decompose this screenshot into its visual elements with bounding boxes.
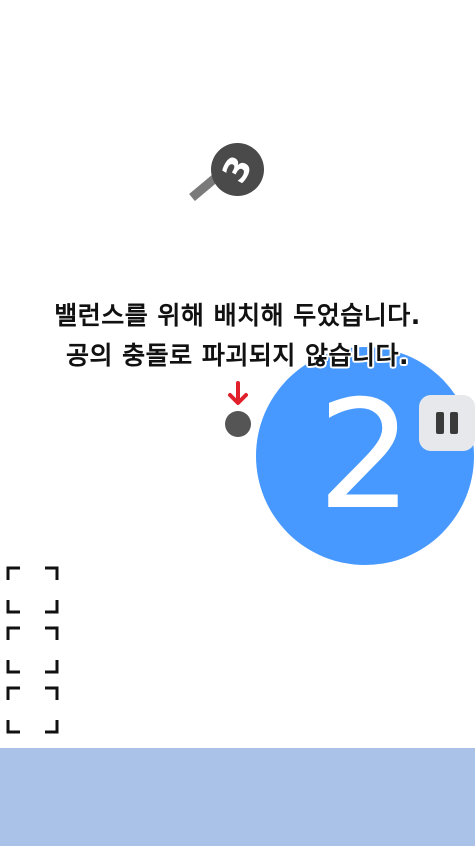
big-ball-number: 2 <box>317 369 413 543</box>
small-ball <box>225 411 251 437</box>
pause-button[interactable] <box>419 395 475 451</box>
hint-line-2: 공의 충돌로 파괴되지 않습니다. <box>65 341 410 370</box>
down-arrow-icon <box>228 381 248 405</box>
pause-icon <box>436 412 444 434</box>
ground <box>0 748 475 846</box>
pin-number: 3 <box>214 149 261 190</box>
empty-slot-1 <box>6 566 59 614</box>
pause-icon <box>450 412 458 434</box>
hint-line-1: 밸런스를 위해 배치해 두었습니다. <box>54 301 421 330</box>
empty-slot-3 <box>6 686 59 734</box>
empty-slot-2 <box>6 626 59 674</box>
